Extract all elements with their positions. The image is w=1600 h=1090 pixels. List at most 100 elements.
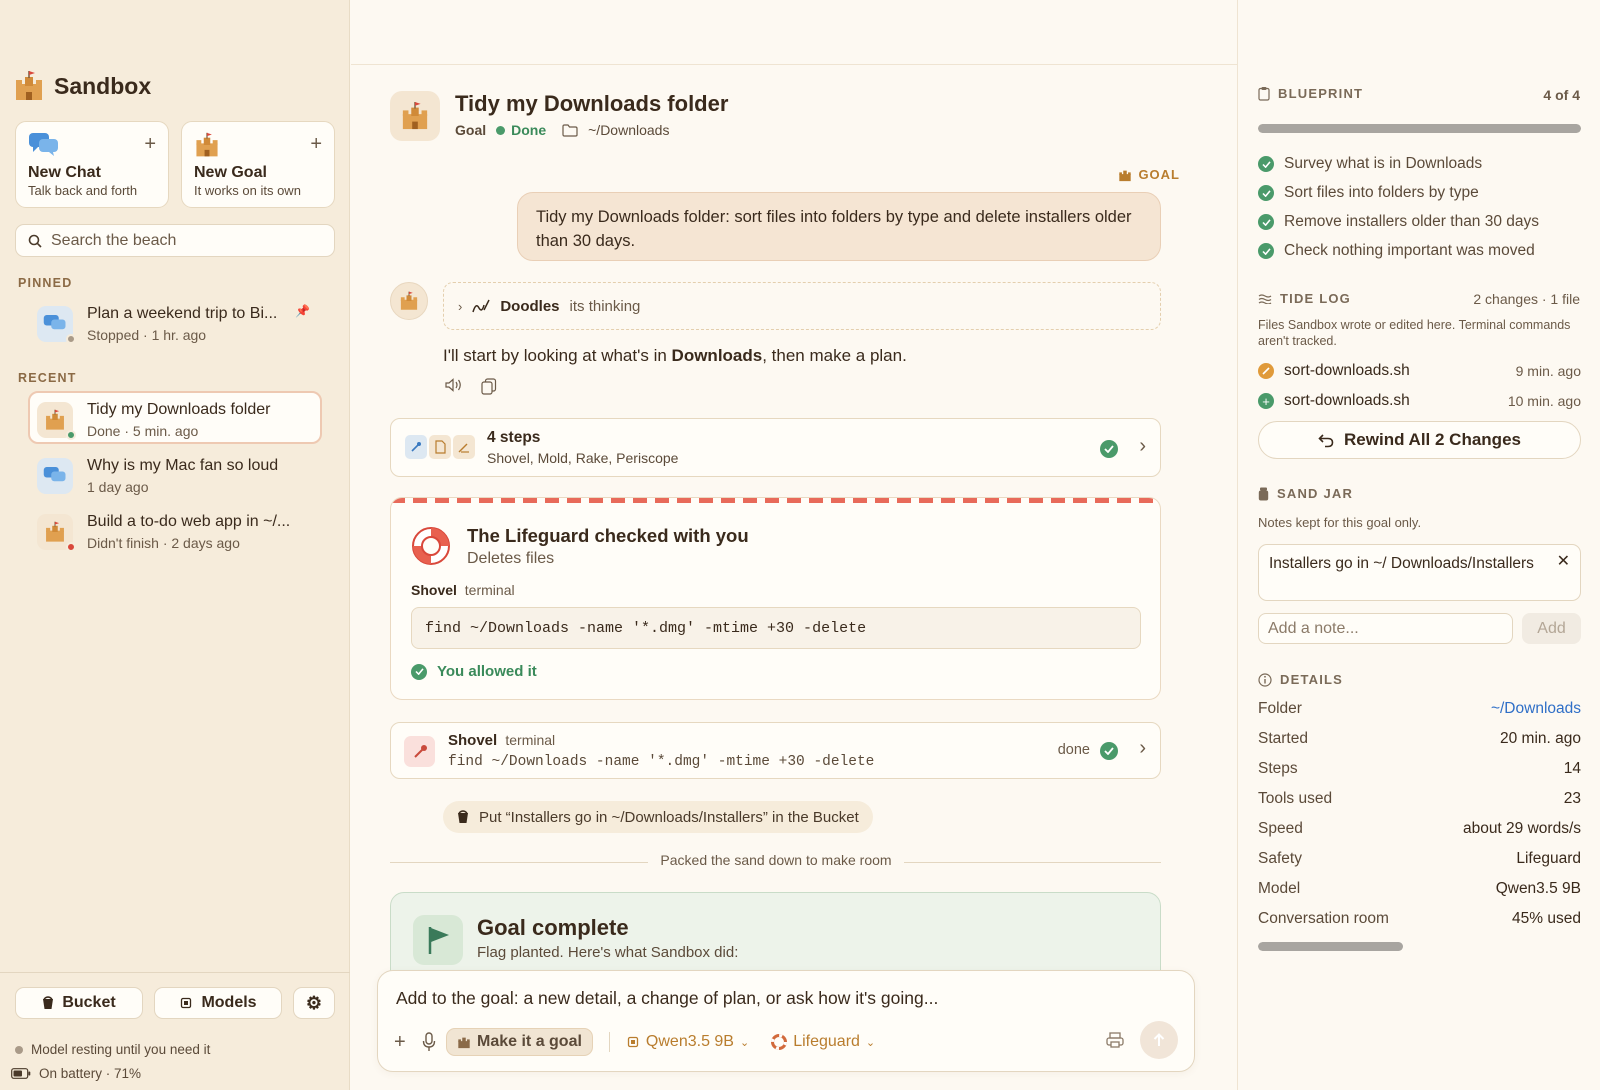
bucket-note: Put “Installers go in ~/Downloads/Instal… — [443, 801, 873, 833]
detail-row: Model Qwen3.5 9B — [1258, 880, 1581, 898]
status-dot — [496, 125, 506, 135]
search-input[interactable]: Search the beach — [15, 224, 335, 257]
detail-key: Conversation room — [1258, 910, 1389, 927]
chat-bubbles-icon — [29, 133, 58, 156]
message-actions — [445, 378, 497, 395]
info-icon — [1258, 672, 1272, 687]
goal-icon — [390, 91, 440, 141]
right-panel: BLUEPRINT 4 of 4 Survey what is in Downl… — [1237, 0, 1600, 1090]
chevron-down-icon: ⌄ — [865, 1036, 876, 1049]
bucket-button[interactable]: Bucket — [15, 987, 143, 1019]
rewind-label: Rewind All 2 Changes — [1344, 430, 1521, 449]
send-button[interactable] — [1140, 1021, 1178, 1059]
pinned-label: PINNED — [18, 276, 73, 290]
blueprint-item-label: Remove installers older than 30 days — [1284, 213, 1540, 230]
plus-icon: + — [144, 133, 156, 155]
conversation-room-fill — [1258, 942, 1404, 951]
sandcastle-icon — [400, 291, 418, 310]
conversation-subtitle: Stopped · 1 hr. ago — [87, 327, 207, 343]
page-title: Tidy my Downloads folder — [455, 91, 729, 116]
steps-summary[interactable]: 4 steps Shovel, Mold, Rake, Periscope › — [390, 418, 1161, 477]
lifebuoy-icon — [771, 1034, 788, 1050]
rake-icon — [453, 435, 475, 459]
chip-icon — [627, 1036, 639, 1048]
detail-row: Conversation room 45% used — [1258, 910, 1581, 928]
blueprint-item-label: Check nothing important was moved — [1284, 242, 1535, 259]
tool-icons — [405, 435, 477, 459]
tide-log-time: 10 min. ago — [1507, 393, 1581, 409]
blueprint-item-label: Survey what is in Downloads — [1284, 155, 1483, 172]
recent-label: RECENT — [18, 371, 77, 385]
pin-icon: 📌 — [295, 304, 310, 318]
tide-log-item[interactable]: + sort-downloads.sh 10 min. ago — [1258, 392, 1581, 410]
composer-input[interactable]: Add to the goal: a new detail, a change … — [396, 988, 938, 1009]
settings-button[interactable]: ⚙ — [293, 987, 335, 1019]
goal-complete-card: Goal complete Flag planted. Here's what … — [390, 892, 1161, 972]
safety-select[interactable]: Lifeguard ⌄ — [771, 1033, 875, 1051]
detail-key: Safety — [1258, 850, 1302, 867]
detail-value: 23 — [1563, 790, 1581, 807]
tide-log-note: Files Sandbox wrote or edited here. Term… — [1258, 318, 1571, 348]
assistant-text: I'll start by looking at what's in — [443, 346, 672, 365]
conversation-item-active[interactable]: Tidy my Downloads folder Done · 5 min. a… — [28, 391, 322, 444]
goal-tag-label: GOAL — [1138, 167, 1180, 182]
detail-value: 14 — [1563, 760, 1581, 777]
edit-icon — [1258, 363, 1274, 379]
conversation-item[interactable]: Why is my Mac fan so loud 1 day ago — [28, 447, 322, 500]
conversation-subtitle: Didn't finish · 2 days ago — [87, 535, 240, 551]
tool-call-row[interactable]: Shovel terminal find ~/Downloads -name '… — [390, 722, 1161, 779]
gear-icon: ⚙ — [305, 992, 323, 1013]
close-icon[interactable]: ✕ — [1557, 552, 1570, 571]
chevron-right-icon: › — [458, 298, 463, 314]
new-chat-button[interactable]: + New Chat Talk back and forth — [15, 121, 169, 208]
blueprint-item: Sort files into folders by type — [1258, 184, 1479, 202]
conversation-item-pinned[interactable]: Plan a weekend trip to Bi... 📌 Stopped ·… — [28, 295, 322, 348]
copy-icon[interactable] — [481, 378, 497, 395]
status-dot — [66, 542, 76, 552]
sidebar: Sandbox + New Chat Talk back and forth +… — [0, 0, 350, 1090]
battery-status: On battery · 71% — [11, 1066, 141, 1081]
microphone-icon[interactable] — [422, 1032, 436, 1052]
check-icon — [1258, 156, 1274, 172]
undo-icon — [1318, 434, 1334, 448]
assistant-text-end: , then make a plan. — [762, 346, 907, 365]
make-goal-button[interactable]: Make it a goal — [446, 1028, 593, 1056]
shovel-icon — [405, 435, 427, 459]
chip-icon — [181, 997, 192, 1009]
goal-folder[interactable]: ~/Downloads — [588, 122, 669, 138]
models-button[interactable]: Models — [154, 987, 282, 1019]
detail-key: Folder — [1258, 700, 1302, 717]
new-goal-button[interactable]: + New Goal It works on its own — [181, 121, 335, 208]
thinking-disclosure[interactable]: › Doodles its thinking — [443, 282, 1161, 330]
print-icon[interactable] — [1106, 1031, 1124, 1049]
conversation-title: Why is my Mac fan so loud — [87, 457, 279, 474]
divider-text: Packed the sand down to make room — [648, 852, 904, 868]
add-note-button[interactable]: Add — [1522, 613, 1581, 644]
tool-call-command: find ~/Downloads -name '*.dmg' -mtime +3… — [448, 754, 875, 770]
jar-icon — [1258, 487, 1269, 500]
check-icon — [1258, 214, 1274, 230]
model-select[interactable]: Qwen3.5 9B ⌄ — [626, 1033, 749, 1051]
rewind-button[interactable]: Rewind All 2 Changes — [1258, 421, 1581, 459]
model-status: Model resting until you need it — [15, 1042, 210, 1057]
conversation-item[interactable]: Build a to-do web app in ~/... Didn't fi… — [28, 503, 322, 556]
speaker-icon[interactable] — [445, 378, 463, 392]
detail-key: Started — [1258, 730, 1308, 747]
top-bar — [351, 0, 1237, 65]
detail-folder-link[interactable]: ~/Downloads — [1491, 700, 1581, 718]
note-text: Installers go in ~/ Downloads/Installers — [1269, 555, 1534, 572]
divider-label: Packed the sand down to make room — [351, 852, 1201, 868]
brand: Sandbox — [14, 70, 151, 102]
bucket-label: Bucket — [62, 994, 116, 1011]
plus-icon[interactable]: + — [394, 1031, 412, 1054]
check-icon — [1100, 440, 1118, 458]
doodle-icon — [472, 299, 491, 313]
detail-key: Steps — [1258, 760, 1298, 777]
note-input[interactable]: Add a note... — [1258, 613, 1513, 644]
chat-avatar — [37, 458, 73, 494]
models-label: Models — [201, 994, 257, 1011]
sand-jar-label: SAND JAR — [1277, 486, 1354, 501]
tide-log-item[interactable]: sort-downloads.sh 9 min. ago — [1258, 362, 1581, 380]
warning-stripe — [391, 498, 1160, 503]
detail-key: Tools used — [1258, 790, 1333, 807]
